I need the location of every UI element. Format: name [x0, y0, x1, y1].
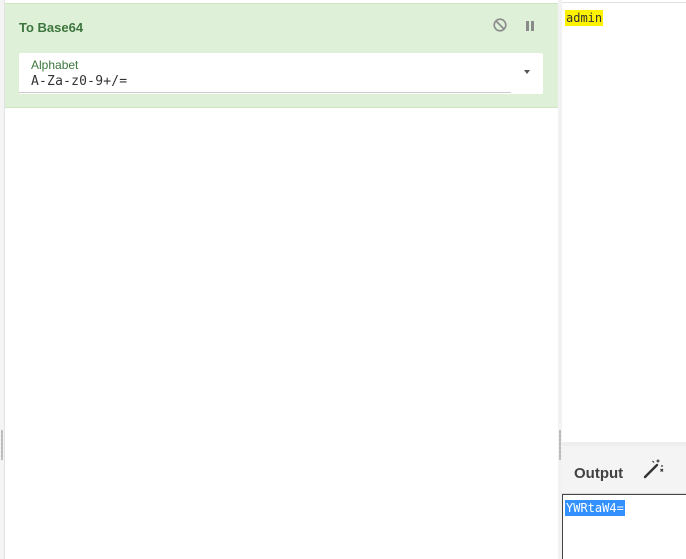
input-text[interactable]: admin	[565, 10, 604, 26]
output-text[interactable]: YWRtaW4=	[565, 500, 625, 516]
resize-handle[interactable]	[1, 430, 3, 460]
alphabet-value[interactable]: A-Za-z0-9+/=	[31, 74, 127, 89]
operation-to-base64[interactable]: To Base64 Alphabet A-Za-z0-9+/=	[5, 3, 558, 108]
output-header: Output	[562, 446, 686, 494]
alphabet-label: Alphabet	[31, 58, 79, 72]
output-pane[interactable]: YWRtaW4=	[562, 494, 686, 559]
magic-wand-icon[interactable]	[642, 458, 664, 480]
input-pane[interactable]: admin	[562, 2, 686, 442]
input-underline	[19, 92, 511, 93]
output-title: Output	[574, 465, 624, 482]
pause-icon[interactable]	[524, 19, 536, 31]
chevron-down-icon[interactable]	[524, 70, 530, 74]
resize-handle[interactable]	[559, 430, 561, 460]
alphabet-select[interactable]: Alphabet A-Za-z0-9+/=	[19, 53, 543, 94]
disable-circle-icon[interactable]	[493, 18, 507, 32]
operation-title: To Base64	[19, 20, 84, 35]
recipe-pane: To Base64 Alphabet A-Za-z0-9+/=	[5, 0, 558, 559]
